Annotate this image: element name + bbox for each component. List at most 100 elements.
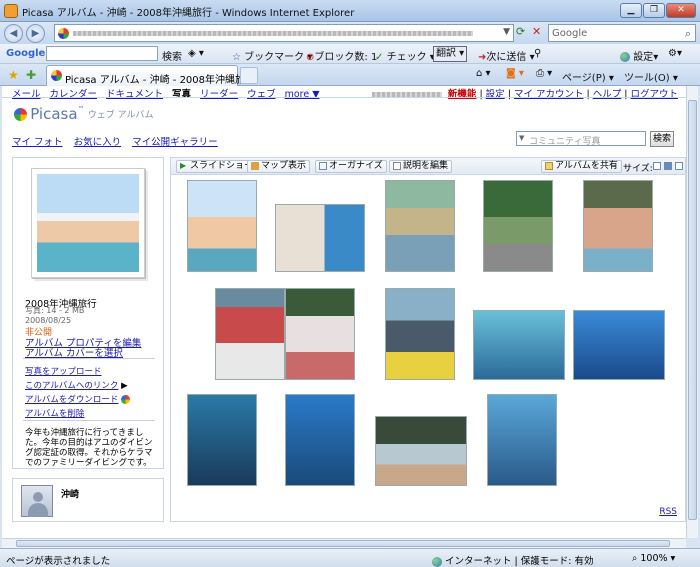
spellcheck-button[interactable]: ✓ チェック ▾ — [375, 48, 435, 63]
stop-icon[interactable]: ✕ — [532, 25, 541, 38]
community-search-dropdown-icon[interactable]: ▼ — [519, 134, 524, 142]
google-toolbar-logo[interactable]: Google — [6, 48, 45, 59]
topnav-item-3[interactable]: 写真 — [172, 89, 191, 100]
favorites-star-icon[interactable]: ★ — [8, 68, 19, 82]
topnav-item-1[interactable]: カレンダー — [50, 89, 98, 100]
album-cover[interactable] — [31, 168, 145, 278]
toolbar-settings-button[interactable]: 設定▾ — [620, 48, 658, 63]
google-toolbar-search-input[interactable] — [46, 46, 158, 61]
topnav-item-4[interactable]: リーダー — [200, 89, 238, 100]
forward-button[interactable]: ▶ — [26, 24, 45, 43]
horizontal-scrollbar[interactable] — [2, 538, 686, 548]
topnav-item-0[interactable]: メール — [12, 89, 41, 100]
picasa-logo-subtitle: ウェブ アルバム — [87, 110, 154, 121]
community-search-button[interactable]: 検索 — [650, 131, 674, 147]
community-search-input[interactable]: ▼ コミュニティ写真 — [516, 131, 646, 147]
organize-button[interactable]: オーガナイズ — [315, 160, 387, 173]
photo-diver-swimming[interactable] — [573, 310, 665, 380]
toolbar-tools-icon[interactable]: ◈ ▾ — [188, 48, 204, 59]
horizontal-scroll-thumb[interactable] — [16, 540, 670, 547]
download-album-row[interactable]: アルバムをダウンロード — [25, 393, 131, 405]
new-features-link[interactable]: 新機能 — [448, 89, 477, 100]
community-search-placeholder: コミュニティ写真 — [529, 137, 601, 147]
rss-link[interactable]: RSS — [659, 507, 677, 517]
address-dropdown-icon[interactable]: ▼ — [503, 27, 510, 37]
owner-name[interactable]: 沖崎 — [61, 487, 79, 500]
logout-link[interactable]: ログアウト — [630, 89, 678, 100]
size-small-button[interactable] — [653, 162, 661, 170]
photo-girl-peace-sign[interactable] — [187, 180, 257, 272]
photo-girl-on-road[interactable] — [385, 180, 455, 272]
topnav-item-2[interactable]: ドキュメント — [106, 89, 163, 100]
home-icon[interactable]: ⌂ ▾ — [476, 68, 491, 79]
add-favorite-icon[interactable]: ✚ — [26, 68, 36, 82]
page-menu[interactable]: ページ(P) ▾ — [562, 69, 614, 84]
photo-kids-at-table[interactable] — [275, 204, 365, 272]
owner-panel: 沖崎 — [12, 478, 164, 522]
link-icon[interactable]: ⚲ — [534, 48, 541, 59]
close-button[interactable]: ✕ — [666, 3, 696, 18]
print-icon[interactable]: ⎙ ▾ — [536, 68, 552, 79]
photo-shisa-red[interactable] — [215, 288, 285, 380]
address-bar[interactable]: ▼ — [54, 24, 514, 42]
search-icon[interactable]: ⌕ — [685, 27, 691, 41]
popup-blocker-button[interactable]: ⊘ブロック数: 1 — [306, 48, 377, 63]
google-search-button[interactable]: 検索 — [162, 48, 182, 63]
vertical-scroll-thumb[interactable] — [688, 100, 697, 520]
organize-icon — [319, 161, 327, 170]
slideshow-button[interactable]: ▶ スライドショー — [176, 160, 258, 173]
bookmarks-button[interactable]: ☆ ブックマーク ▾ — [232, 48, 312, 63]
delete-album-link[interactable]: アルバムを削除 — [25, 407, 84, 419]
slideshow-label: スライドショー — [190, 161, 254, 171]
settings-link[interactable]: 設定 — [486, 89, 505, 100]
size-large-button[interactable] — [675, 162, 683, 170]
avatar[interactable] — [21, 485, 53, 517]
photo-boat-ride[interactable] — [375, 416, 467, 486]
feeds-icon[interactable]: ◙ ▾ — [506, 68, 524, 79]
toolbar-options-icon[interactable]: ⚙▾ — [668, 48, 682, 59]
topnav-item-6[interactable]: more ▼ — [285, 89, 320, 100]
photo-girl-smiling[interactable] — [583, 180, 653, 272]
refresh-icon[interactable]: ⟳ — [516, 25, 525, 38]
caption-icon — [393, 161, 401, 170]
minimize-button[interactable]: ▁ — [620, 3, 642, 18]
window-title: Picasa アルバム - 沖崎 - 2008年沖縄旅行 - Windows I… — [22, 8, 355, 19]
back-arrow-icon: ◀ — [9, 28, 18, 39]
help-link[interactable]: ヘルプ — [593, 89, 622, 100]
photo-divers-underwater[interactable] — [473, 310, 565, 380]
album-info-panel: 2008年沖縄旅行 写真: 14 - 2 MB 2008/08/25 非公開 ア… — [12, 157, 164, 469]
download-album-link[interactable]: アルバムをダウンロード — [25, 395, 118, 405]
new-tab-button[interactable] — [240, 67, 258, 84]
share-album-button[interactable]: アルバムを共有 — [541, 160, 622, 173]
tools-menu[interactable]: ツール(O) ▾ — [624, 69, 678, 84]
photo-village-path[interactable] — [483, 180, 553, 272]
map-view-button[interactable]: マップ表示 — [247, 160, 311, 173]
my-account-link[interactable]: マイ アカウント — [514, 89, 584, 100]
size-medium-button[interactable] — [664, 162, 672, 170]
browser-search-input[interactable]: Google ⌕ — [548, 24, 696, 42]
edit-captions-button[interactable]: 説明を編集 — [389, 160, 453, 173]
my-photos-link[interactable]: マイ フォト — [12, 137, 63, 148]
album-link-link[interactable]: このアルバムへのリンク — [25, 381, 118, 391]
photo-shisa-white[interactable] — [285, 288, 355, 380]
map-icon — [251, 161, 259, 170]
back-button[interactable]: ◀ — [4, 24, 23, 43]
upload-photos-link[interactable]: 写真をアップロード — [25, 365, 102, 377]
album-link-row[interactable]: このアルバムへのリンク ▶ — [25, 379, 128, 391]
favorites-link[interactable]: お気に入り — [74, 137, 122, 148]
picasa-logo[interactable]: Picasa™ ウェブ アルバム — [14, 105, 154, 123]
photo-dive-prep[interactable] — [385, 288, 455, 380]
photo-divers-group[interactable] — [187, 394, 257, 486]
translate-label: 翻訳 — [436, 48, 456, 59]
photo-divers-reef[interactable] — [285, 394, 355, 486]
send-to-button[interactable]: ➜次に送信 ▾ — [478, 48, 535, 63]
select-album-cover-link[interactable]: アルバム カバーを選択 — [25, 345, 123, 359]
public-gallery-link[interactable]: マイ公開ギャラリー — [132, 137, 218, 148]
maximize-button[interactable]: ❐ — [643, 3, 665, 18]
tab-picasa-album[interactable]: Picasa アルバム - 沖崎 - 2008年沖縄旅行 — [46, 65, 255, 86]
topnav-item-5[interactable]: ウェブ — [247, 89, 276, 100]
photo-batfish[interactable] — [487, 394, 557, 486]
vertical-scrollbar[interactable] — [686, 86, 698, 538]
zoom-control[interactable]: ⌕ 100% ▾ — [632, 553, 675, 564]
translate-button[interactable]: 翻訳 ▾ — [433, 46, 468, 62]
